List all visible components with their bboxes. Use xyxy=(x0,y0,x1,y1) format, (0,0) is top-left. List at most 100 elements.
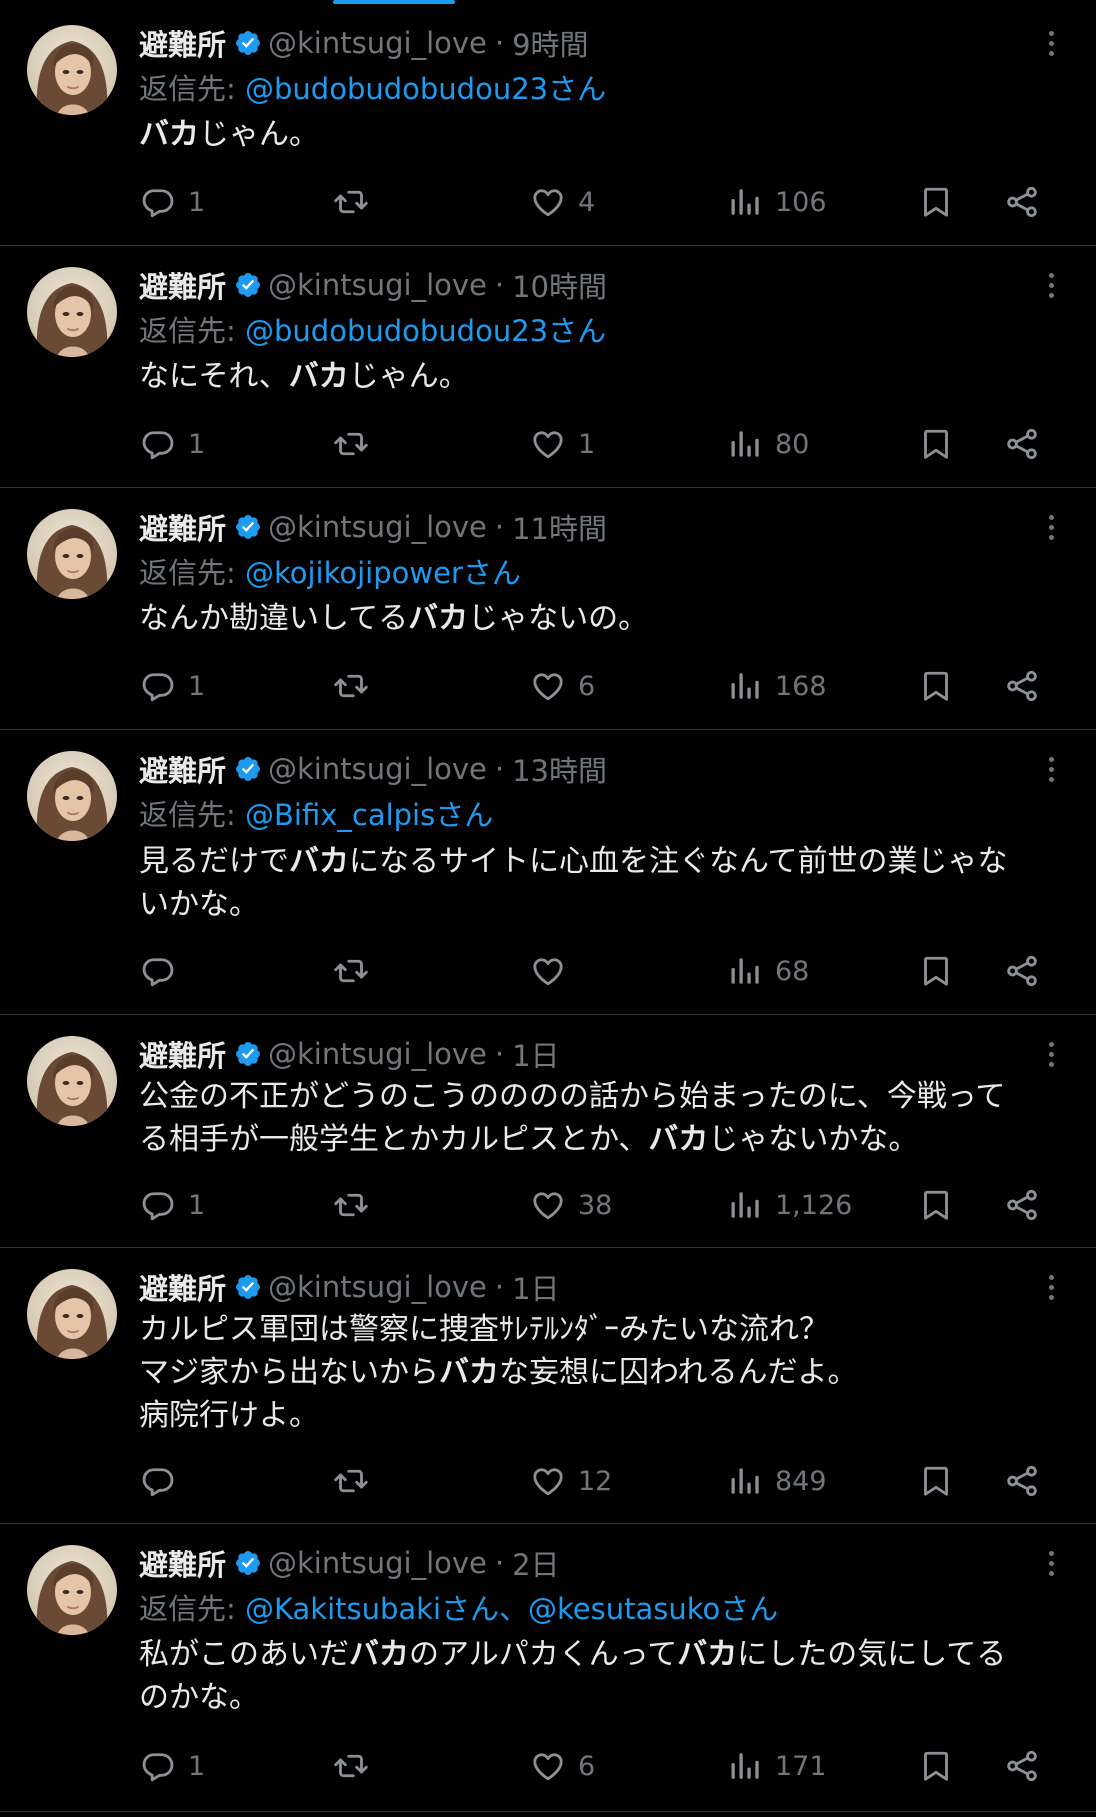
display-name[interactable]: 避難所 xyxy=(139,506,226,548)
tweet[interactable]: 避難所 @kintsugi_love · 10時間 返信先: @budobudobudo… xyxy=(0,246,1096,488)
views-button[interactable]: 171 xyxy=(727,1746,827,1786)
avatar[interactable] xyxy=(27,25,117,115)
views-button[interactable]: 849 xyxy=(727,1461,827,1501)
user-handle[interactable]: @kintsugi_love xyxy=(268,268,487,302)
share-button[interactable] xyxy=(1004,1461,1040,1501)
avatar[interactable] xyxy=(27,267,117,357)
share-button[interactable] xyxy=(1004,1185,1040,1225)
retweet-button[interactable] xyxy=(333,1185,381,1225)
tweet[interactable]: 避難所 @kintsugi_love · 9時間 返信先: @budobudobudou… xyxy=(0,4,1096,246)
bookmark-button[interactable] xyxy=(918,1746,954,1786)
tweet[interactable]: 避難所 @kintsugi_love · 2日 返信先: @Kakitsubakiさん、… xyxy=(0,1524,1096,1812)
more-icon[interactable] xyxy=(1036,1543,1066,1583)
avatar[interactable] xyxy=(27,1036,117,1126)
reply-button[interactable]: 1 xyxy=(140,666,205,706)
tweet[interactable]: 避難所 @kintsugi_love · 1日 カルピス軍団は警察に捜査ｻﾚﾃﾙﾝﾀﾞｰ… xyxy=(0,1248,1096,1524)
retweet-button[interactable] xyxy=(333,1461,381,1501)
more-icon[interactable] xyxy=(1036,507,1066,547)
share-button[interactable] xyxy=(1004,666,1040,706)
bookmark-button[interactable] xyxy=(918,1461,954,1501)
views-button[interactable]: 168 xyxy=(727,666,827,706)
reply-count: 1 xyxy=(188,1750,206,1782)
reply-button[interactable]: 1 xyxy=(140,1746,205,1786)
reply-button[interactable] xyxy=(140,951,188,991)
tweet-text-segment: バカ xyxy=(408,601,469,636)
reply-button[interactable]: 1 xyxy=(140,1185,205,1225)
reply-count: 1 xyxy=(188,186,206,218)
avatar[interactable] xyxy=(27,1545,117,1635)
display-name[interactable]: 避難所 xyxy=(139,1542,226,1584)
share-button[interactable] xyxy=(1004,1746,1040,1786)
share-button[interactable] xyxy=(1004,182,1040,222)
timestamp[interactable]: 1日 xyxy=(512,1266,559,1308)
views-button[interactable]: 80 xyxy=(727,424,809,464)
views-icon xyxy=(727,668,763,704)
like-button[interactable]: 4 xyxy=(530,182,595,222)
views-button[interactable]: 68 xyxy=(727,951,809,991)
more-icon[interactable] xyxy=(1036,1034,1066,1074)
user-handle[interactable]: @kintsugi_love xyxy=(268,26,487,60)
bookmark-button[interactable] xyxy=(918,1185,954,1225)
timestamp[interactable]: 10時間 xyxy=(512,264,607,306)
timestamp[interactable]: 9時間 xyxy=(512,22,588,64)
display-name[interactable]: 避難所 xyxy=(139,1266,226,1308)
timestamp[interactable]: 2日 xyxy=(512,1542,559,1584)
timestamp[interactable]: 1日 xyxy=(512,1033,559,1075)
reply-to-link[interactable]: @Kakitsubakiさん、@kesutasukoさん xyxy=(245,1592,778,1626)
retweet-button[interactable] xyxy=(333,1746,381,1786)
views-button[interactable]: 1,126 xyxy=(727,1185,852,1225)
like-button[interactable]: 6 xyxy=(530,1746,595,1786)
display-name[interactable]: 避難所 xyxy=(139,1033,226,1075)
bookmark-button[interactable] xyxy=(918,182,954,222)
tweet-text-segment: バカ xyxy=(648,1122,709,1157)
reply-button[interactable] xyxy=(140,1461,188,1501)
reply-button[interactable]: 1 xyxy=(140,182,205,222)
avatar[interactable] xyxy=(27,1269,117,1359)
user-handle[interactable]: @kintsugi_love xyxy=(268,1270,487,1304)
reply-to-link[interactable]: @Bifix_calpisさん xyxy=(245,798,493,832)
reply-prefix: 返信先: xyxy=(139,798,245,832)
views-button[interactable]: 106 xyxy=(727,182,827,222)
display-name[interactable]: 避難所 xyxy=(139,748,226,790)
retweet-button[interactable] xyxy=(333,666,381,706)
tweet-header: 避難所 @kintsugi_love · 1日 xyxy=(139,1032,560,1076)
avatar[interactable] xyxy=(27,509,117,599)
retweet-button[interactable] xyxy=(333,424,381,464)
tweet[interactable]: 避難所 @kintsugi_love · 1日 公金の不正がどうのこうのののの話から始ま… xyxy=(0,1015,1096,1248)
display-name[interactable]: 避難所 xyxy=(139,264,226,306)
like-icon xyxy=(530,184,566,220)
retweet-button[interactable] xyxy=(333,182,381,222)
like-count: 6 xyxy=(578,670,596,702)
like-button[interactable]: 38 xyxy=(530,1185,612,1225)
share-button[interactable] xyxy=(1004,424,1040,464)
more-icon[interactable] xyxy=(1036,749,1066,789)
more-icon[interactable] xyxy=(1036,265,1066,305)
tweet[interactable]: 避難所 @kintsugi_love · 13時間 返信先: @Bifix_calpis… xyxy=(0,730,1096,1015)
like-button[interactable]: 1 xyxy=(530,424,595,464)
like-button[interactable] xyxy=(530,951,578,991)
user-handle[interactable]: @kintsugi_love xyxy=(268,510,487,544)
more-icon[interactable] xyxy=(1036,23,1066,63)
bookmark-button[interactable] xyxy=(918,951,954,991)
avatar[interactable] xyxy=(27,751,117,841)
user-handle[interactable]: @kintsugi_love xyxy=(268,1037,487,1071)
user-handle[interactable]: @kintsugi_love xyxy=(268,1546,487,1580)
reply-to-link[interactable]: @kojikojipowerさん xyxy=(245,556,521,590)
timestamp[interactable]: 11時間 xyxy=(512,506,607,548)
bookmark-button[interactable] xyxy=(918,424,954,464)
bookmark-button[interactable] xyxy=(918,666,954,706)
reply-to-link[interactable]: @budobudobudou23さん xyxy=(245,314,606,348)
tweet[interactable]: 避難所 @kintsugi_love · 11時間 返信先: @kojikojipowe… xyxy=(0,488,1096,730)
like-button[interactable]: 12 xyxy=(530,1461,612,1501)
like-button[interactable]: 6 xyxy=(530,666,595,706)
more-icon[interactable] xyxy=(1036,1267,1066,1307)
display-name[interactable]: 避難所 xyxy=(139,22,226,64)
view-count: 1,126 xyxy=(775,1189,853,1221)
reply-to-link[interactable]: @budobudobudou23さん xyxy=(245,72,606,106)
tweet-text-segment: のかな。 xyxy=(139,1680,259,1715)
timestamp[interactable]: 13時間 xyxy=(512,748,607,790)
retweet-button[interactable] xyxy=(333,951,381,991)
share-button[interactable] xyxy=(1004,951,1040,991)
user-handle[interactable]: @kintsugi_love xyxy=(268,752,487,786)
reply-button[interactable]: 1 xyxy=(140,424,205,464)
